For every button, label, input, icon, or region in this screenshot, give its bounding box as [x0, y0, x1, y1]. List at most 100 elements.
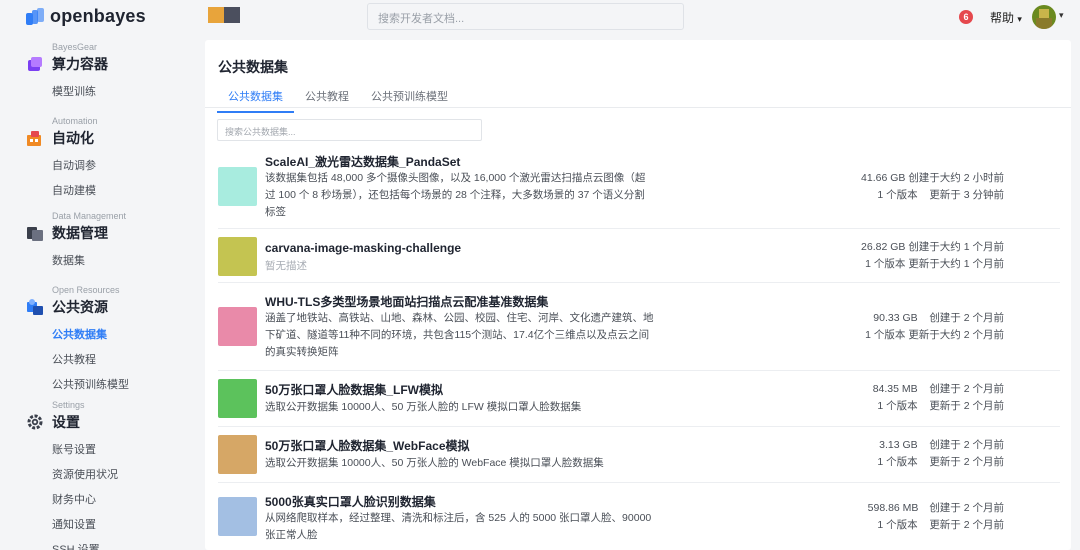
- sidebar-section-automation: Automation 自动化 自动调参 自动建模: [26, 116, 98, 198]
- dataset-created: 创建于 2 个月前: [929, 439, 1004, 451]
- cube-icon: [26, 55, 44, 73]
- dataset-row[interactable]: WHU-TLS多类型场景地面站扫描点云配准基准数据集 涵盖了地铁站、高铁站、山地…: [218, 283, 1060, 371]
- dataset-row[interactable]: ScaleAI_激光雷达数据集_PandaSet 该数据集包括 48,000 多…: [218, 150, 1060, 229]
- sidebar-item-finance[interactable]: 财务中心: [52, 491, 118, 507]
- dataset-created: 创建于 2 个月前: [929, 312, 1004, 324]
- sidebar-item-model-training[interactable]: 模型训练: [52, 83, 108, 99]
- dataset-row[interactable]: 50万张口罩人脸数据集_WebFace模拟 选取公开数据集 10000人、50 …: [218, 427, 1060, 483]
- dataset-meta: 598.86 MB 创建于 2 个月前 1 个版本 更新于 2 个月前: [868, 500, 1004, 534]
- dataset-title[interactable]: 50万张口罩人脸数据集_WebFace模拟: [265, 437, 470, 454]
- swatch-orange: [208, 7, 224, 23]
- dataset-meta: 84.35 MB 创建于 2 个月前 1 个版本 更新于 2 个月前: [868, 381, 1004, 415]
- section-eyebrow: BayesGear: [52, 42, 98, 52]
- sidebar-heading-public-resources[interactable]: 公共资源: [26, 297, 129, 317]
- dataset-meta: 41.66 GB 创建于大约 2 小时前 1 个版本 更新于 3 分钟前: [855, 170, 1004, 204]
- sidebar-title: 公共资源: [52, 299, 108, 315]
- dataset-title[interactable]: ScaleAI_激光雷达数据集_PandaSet: [265, 153, 460, 170]
- dataset-description: 选取公开数据集 10000人、50 万张人脸的 LFW 模拟口罩人脸数据集: [265, 401, 582, 413]
- dataset-versions: 1 个版本: [877, 456, 918, 468]
- tab-public-pretrained-models[interactable]: 公共预训练模型: [360, 86, 459, 113]
- dataset-row[interactable]: 50万张口罩人脸数据集_LFW模拟 选取公开数据集 10000人、50 万张人脸…: [218, 371, 1060, 427]
- sidebar-item-resource-usage[interactable]: 资源使用状况: [52, 466, 118, 482]
- sidebar-heading-data-management[interactable]: 数据管理: [26, 223, 126, 243]
- dataset-description: 暂无描述: [265, 260, 307, 272]
- dataset-description: 从网络爬取样本，经过整理、清洗和标注后，含 525 人的 5000 张口罩人脸、…: [265, 512, 652, 541]
- dataset-size: 84.35 MB: [872, 383, 918, 395]
- sidebar-heading-compute[interactable]: 算力容器: [26, 54, 108, 74]
- avatar[interactable]: [1032, 5, 1056, 29]
- sidebar-item-datasets[interactable]: 数据集: [52, 252, 126, 268]
- sidebar-item-auto-modeling[interactable]: 自动建模: [52, 182, 98, 198]
- dataset-row[interactable]: carvana-image-masking-challenge 暂无描述 26.…: [218, 229, 1060, 283]
- dataset-versions: 1 个版本: [877, 400, 918, 412]
- brand-name: openbayes: [50, 6, 146, 26]
- dataset-description: 该数据集包括 48,000 多个摄像头图像，以及 16,000 个激光雷达扫描点…: [265, 172, 646, 218]
- sidebar-section-open-resources: Open Resources 公共资源 公共数据集 公共教程 公共预训练模型: [26, 285, 129, 392]
- dataset-thumbnail: [218, 307, 257, 346]
- docs-search-input[interactable]: 搜索开发者文档...: [367, 3, 684, 30]
- chevron-down-icon[interactable]: ▾: [1059, 10, 1064, 21]
- dataset-thumbnail: [218, 497, 257, 536]
- sidebar-item-notification-settings[interactable]: 通知设置: [52, 516, 118, 532]
- dataset-title[interactable]: 50万张口罩人脸数据集_LFW模拟: [265, 381, 443, 398]
- sidebar-item-auto-tuning[interactable]: 自动调参: [52, 157, 98, 173]
- main-panel: 公共数据集 公共数据集 公共教程 公共预训练模型 搜索公共数据集... Scal…: [205, 40, 1071, 550]
- sidebar-heading-automation[interactable]: 自动化: [26, 128, 98, 148]
- dataset-versions: 1 个版本: [877, 189, 918, 201]
- dataset-updated: 更新于 3 分钟前: [929, 189, 1004, 201]
- dataset-created: 创建于 2 个月前: [929, 502, 1004, 514]
- dataset-updated: 更新于大约 1 个月前: [908, 258, 1004, 270]
- dataset-versions: 1 个版本: [877, 519, 918, 531]
- dataset-updated: 更新于 2 个月前: [929, 519, 1004, 531]
- notification-badge[interactable]: 6: [959, 10, 973, 24]
- dataset-meta: 3.13 GB 创建于 2 个月前 1 个版本 更新于 2 个月前: [868, 437, 1004, 471]
- help-menu[interactable]: 帮助 ▾: [990, 9, 1022, 26]
- chevron-down-icon: ▾: [1017, 14, 1022, 24]
- dataset-title[interactable]: WHU-TLS多类型场景地面站扫描点云配准基准数据集: [265, 293, 548, 310]
- sidebar-item-public-tutorials[interactable]: 公共教程: [52, 351, 129, 367]
- section-eyebrow: Open Resources: [52, 285, 120, 295]
- public-resources-icon: [26, 298, 44, 316]
- sidebar-section-settings: Settings 设置 账号设置 资源使用状况 财务中心 通知设置 SSH 设置: [26, 400, 118, 550]
- sidebar-item-public-datasets[interactable]: 公共数据集: [52, 326, 129, 342]
- swatch-slate: [224, 7, 240, 23]
- dataset-versions: 1 个版本: [865, 258, 906, 270]
- dataset-description: 选取公开数据集 10000人、50 万张人脸的 WebFace 模拟口罩人脸数据…: [265, 457, 604, 469]
- dataset-size: 41.66 GB: [861, 172, 906, 184]
- dataset-updated: 更新于 2 个月前: [929, 456, 1004, 468]
- openbayes-logo-icon: [26, 7, 44, 26]
- dataset-thumbnail: [218, 237, 257, 276]
- dataset-versions: 1 个版本: [865, 329, 906, 341]
- tab-public-datasets[interactable]: 公共数据集: [217, 86, 294, 113]
- page-title: 公共数据集: [218, 59, 288, 75]
- dataset-updated: 更新于 2 个月前: [929, 400, 1004, 412]
- dataset-size: 598.86 MB: [867, 502, 919, 514]
- divider: [205, 107, 1071, 108]
- brand-logo[interactable]: openbayes: [26, 6, 146, 27]
- dataset-meta: 90.33 GB 创建于 2 个月前 1 个版本 更新于大约 2 个月前: [865, 310, 1004, 344]
- section-eyebrow: Settings: [52, 400, 85, 410]
- sidebar: BayesGear 算力容器 模型训练 Automation 自动化 自动调参 …: [0, 36, 200, 550]
- sidebar-item-public-pretrained-models[interactable]: 公共预训练模型: [52, 376, 129, 392]
- dataset-title[interactable]: carvana-image-masking-challenge: [265, 241, 461, 255]
- dataset-search-input[interactable]: 搜索公共数据集...: [217, 119, 482, 141]
- dataset-size: 3.13 GB: [879, 439, 918, 451]
- sidebar-heading-settings[interactable]: 设置: [26, 412, 118, 432]
- dataset-thumbnail: [218, 435, 257, 474]
- sidebar-title: 设置: [52, 414, 80, 430]
- sidebar-item-account-settings[interactable]: 账号设置: [52, 441, 118, 457]
- color-swatch: [208, 7, 240, 23]
- dataset-meta: 26.82 GB 创建于大约 1 个月前 1 个版本 更新于大约 1 个月前: [855, 239, 1004, 273]
- sidebar-item-ssh-settings[interactable]: SSH 设置: [52, 541, 118, 550]
- sidebar-title: 数据管理: [52, 225, 108, 241]
- tab-public-tutorials[interactable]: 公共教程: [294, 86, 360, 113]
- automation-icon: [26, 129, 44, 147]
- dataset-row[interactable]: 5000张真实口罩人脸识别数据集 从网络爬取样本，经过整理、清洗和标注后，含 5…: [218, 483, 1060, 550]
- data-management-icon: [26, 224, 44, 242]
- dataset-title[interactable]: 5000张真实口罩人脸识别数据集: [265, 493, 436, 510]
- dataset-created: 创建于 2 个月前: [929, 383, 1004, 395]
- help-label: 帮助: [990, 11, 1015, 25]
- dataset-thumbnail: [218, 167, 257, 206]
- sidebar-title: 算力容器: [52, 56, 108, 72]
- dataset-size: 90.33 GB: [873, 312, 918, 324]
